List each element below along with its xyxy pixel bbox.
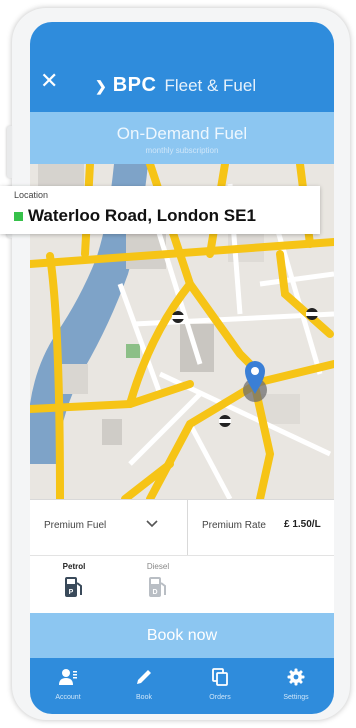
location-indicator xyxy=(14,212,23,221)
location-pin-icon[interactable] xyxy=(243,361,267,402)
brand-logo: ❯ BPC Fleet & Fuel xyxy=(95,74,256,97)
service-banner: On-Demand Fuel monthly subscription xyxy=(30,112,334,164)
copy-icon xyxy=(212,668,228,686)
fuel-type-dropdown[interactable]: Premium Fuel xyxy=(30,500,188,556)
fuel-option-petrol[interactable]: Petrol P xyxy=(44,556,104,614)
chevron-logo-icon: ❯ xyxy=(95,78,107,94)
brand-name: BPC xyxy=(112,74,157,96)
map-block xyxy=(102,419,122,445)
rate-label: Premium Rate xyxy=(202,520,266,531)
underground-station-icon xyxy=(219,415,231,427)
phone-side-button xyxy=(7,126,12,178)
map-block xyxy=(60,364,88,394)
pencil-icon xyxy=(137,670,151,684)
app-header: ✕ ❯ BPC Fleet & Fuel xyxy=(30,22,334,112)
petrol-letter: P xyxy=(69,589,74,596)
nav-label: Book xyxy=(136,694,152,701)
nav-label: Settings xyxy=(283,694,309,701)
app-screen: ✕ ❯ BPC Fleet & Fuel On-Demand Fuel mont… xyxy=(30,22,334,714)
book-now-button[interactable]: Book now xyxy=(30,613,334,658)
service-title: On-Demand Fuel xyxy=(116,124,248,143)
chevron-down-icon[interactable] xyxy=(144,515,160,531)
fuel-selector-bar: Premium Fuel Premium Rate £ 1.50/L xyxy=(30,499,334,556)
fuel-options: Petrol P Diesel D xyxy=(30,555,334,614)
location-address: Waterloo Road, London SE1 xyxy=(28,206,256,225)
fuel-type-label: Premium Fuel xyxy=(44,520,107,531)
petrol-pump-icon: P xyxy=(65,577,82,597)
location-label: Location xyxy=(14,190,49,200)
close-icon[interactable]: ✕ xyxy=(40,70,58,92)
service-subtitle: monthly subscription xyxy=(145,146,219,155)
underground-station-icon xyxy=(172,311,184,323)
nav-item-account[interactable]: Account xyxy=(30,658,106,714)
underground-station-icon xyxy=(306,308,318,320)
nav-label: Orders xyxy=(209,694,231,701)
nav-label: Account xyxy=(55,694,81,701)
fuel-option-diesel[interactable]: Diesel D xyxy=(128,556,188,614)
bottom-nav: Account Book Orders Settings xyxy=(30,658,334,714)
park xyxy=(126,344,140,358)
brand-product: Fleet & Fuel xyxy=(164,76,257,95)
fuel-option-label: Petrol xyxy=(62,562,86,571)
location-card[interactable]: Location Waterloo Road, London SE1 xyxy=(0,186,320,234)
gear-icon xyxy=(287,668,305,686)
rate-value: £ 1.50/L xyxy=(284,519,321,530)
diesel-letter: D xyxy=(152,589,157,596)
fuel-option-label: Diesel xyxy=(146,562,170,571)
nav-item-orders[interactable]: Orders xyxy=(182,658,258,714)
diesel-pump-icon: D xyxy=(149,577,166,597)
nav-item-settings[interactable]: Settings xyxy=(258,658,334,714)
account-icon xyxy=(59,669,77,685)
nav-item-book[interactable]: Book xyxy=(106,658,182,714)
